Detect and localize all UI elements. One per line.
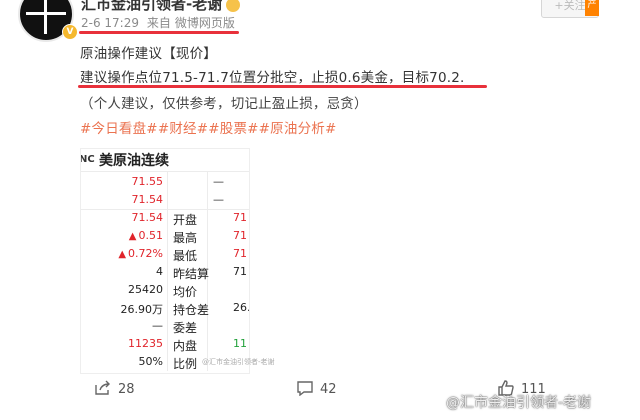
up-arrow-icon: ▲ xyxy=(128,231,137,242)
quote-divider xyxy=(81,209,249,210)
quote-dash: — xyxy=(213,175,224,188)
quote-watermark: @汇市金油引领者-老谢 xyxy=(202,358,275,366)
quote-value: 26.90万 xyxy=(120,303,164,316)
share-button[interactable]: 28 xyxy=(94,380,135,402)
post-line-2: 建议操作点位71.5-71.7位置分批空，止损0.6美金，目标70.2. xyxy=(80,70,465,86)
quote-right-value: 71 xyxy=(233,229,247,242)
quote-row: — 委差 xyxy=(81,319,249,337)
quote-label: 最低 xyxy=(173,249,198,263)
post-hashtags[interactable]: #今日看盘##财经##股票##原油分析# xyxy=(80,117,337,137)
quote-right-value: 71 xyxy=(233,211,247,224)
quote-divider xyxy=(81,171,249,172)
share-count: 28 xyxy=(118,382,135,397)
verified-badge-icon: V xyxy=(62,24,78,40)
avatar-crosshair-v xyxy=(44,0,47,34)
annotation-underline-meta xyxy=(79,31,239,34)
quote-label: 持仓差 xyxy=(173,303,210,317)
quote-label: 比例 xyxy=(173,357,198,371)
quote-value: 0.51 xyxy=(138,229,164,242)
quote-row: ▲ 0.72% 最低 71 xyxy=(81,247,249,265)
quote-value: 71.54 xyxy=(131,211,164,224)
comment-button[interactable]: 42 xyxy=(296,380,337,402)
quote-value: — xyxy=(152,319,163,332)
share-icon xyxy=(95,380,110,395)
emoji-icon xyxy=(226,0,241,12)
post-meta: 2-6 17:29 来自 微博网页版 xyxy=(81,14,239,31)
quote-value: 25420 xyxy=(128,283,163,296)
quote-label: 最高 xyxy=(173,231,198,245)
annotation-underline-advice xyxy=(78,85,487,88)
quote-value: 0.72% xyxy=(128,247,163,260)
quote-row: ▲ 0.51 最高 71 xyxy=(81,229,249,247)
comment-icon xyxy=(297,381,313,397)
quote-row: 11235 内盘 11 xyxy=(81,337,249,355)
author-name[interactable]: 汇市金油引领者-老谢 xyxy=(81,0,241,14)
quote-label: 均价 xyxy=(173,285,198,299)
post-time[interactable]: 2-6 17:29 xyxy=(81,16,139,30)
quote-value: 4 xyxy=(156,265,163,278)
quote-right-value: 71 xyxy=(233,247,247,260)
quote-row: 26.90万 持仓差 26.9 xyxy=(81,301,250,319)
author-name-text[interactable]: 汇市金油引领者-老谢 xyxy=(81,0,222,13)
quote-label: 开盘 xyxy=(173,213,198,227)
up-arrow-icon: ▲ xyxy=(118,249,127,260)
image-watermark: @汇市金油引领者-老谢 xyxy=(446,395,592,411)
quote-value: 50% xyxy=(138,355,163,368)
quote-name: 美原油连续 xyxy=(99,153,169,169)
quote-label: 委差 xyxy=(173,321,198,335)
quote-value: 71.55 xyxy=(131,175,164,188)
quote-dash: — xyxy=(213,193,224,206)
follow-tab[interactable]: 产 xyxy=(585,0,599,16)
post-source-prefix: 来自 xyxy=(146,16,171,30)
quote-label: 昨结算 xyxy=(173,267,210,281)
quote-right-value: 26.9 xyxy=(233,301,249,314)
quote-code: NC xyxy=(80,154,95,165)
post-line-1: 原油操作建议【现价】 xyxy=(80,46,217,62)
quote-right-value: 11 xyxy=(233,337,247,350)
comment-count: 42 xyxy=(320,382,337,397)
post-client: 微博网页版 xyxy=(174,16,235,30)
quote-title: NC 美原油连续 xyxy=(81,149,249,171)
quote-right-value: 71 xyxy=(233,265,247,278)
quote-row: 25420 均价 xyxy=(81,283,249,301)
quote-value: 71.54 xyxy=(131,193,164,206)
quote-row: 71.54 开盘 71 xyxy=(81,211,249,229)
quote-label: 内盘 xyxy=(173,339,198,353)
quote-image[interactable]: NC 美原油连续 71.55 — 71.54 — 71.54 开盘 71 ▲ 0.… xyxy=(80,148,250,374)
quote-row: 71.55 — xyxy=(81,175,249,193)
post-line-3: （个人建议，仅供参考，切记止盈止损，忌贪） xyxy=(80,96,368,112)
quote-row: 4 昨结算 71 xyxy=(81,265,249,283)
quote-value: 11235 xyxy=(128,337,163,350)
